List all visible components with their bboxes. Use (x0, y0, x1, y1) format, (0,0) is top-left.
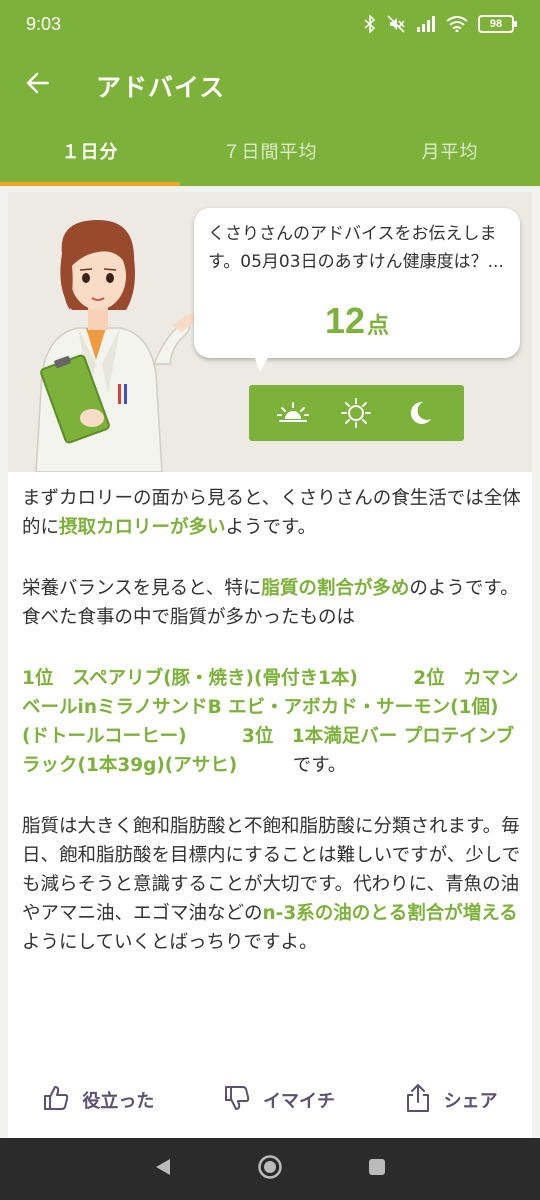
moon-icon[interactable] (400, 393, 440, 433)
not-helpful-label: イマイチ (262, 1091, 335, 1112)
period-tabs: １日分 ７日間平均 月平均 (0, 120, 540, 186)
health-score-value: 12 (324, 300, 366, 341)
nav-back-button[interactable] (143, 1149, 183, 1189)
page-title: アドバイス (96, 73, 226, 102)
advice-text: ようにしていくとばっちりですよ。 (22, 932, 318, 953)
nurse-illustration (35, 220, 202, 472)
share-label: シェア (443, 1091, 498, 1112)
app-bar: アドバイス (0, 50, 540, 120)
mute-icon (386, 14, 406, 34)
thumbs-down-icon (223, 1084, 251, 1117)
nav-recents-button[interactable] (357, 1149, 397, 1189)
advice-text: ようです。 (225, 517, 317, 538)
advice-highlight: 摂取カロリーが多い (59, 517, 226, 538)
signal-icon (416, 16, 436, 32)
advice-paragraph-fatty-acids: 脂質は大きく飽和脂肪酸と不飽和脂肪酸に分類されます。毎日、飽和脂肪酸を目標内にす… (22, 812, 522, 957)
health-score-unit: 点 (367, 314, 390, 339)
thumbs-up-icon (42, 1084, 70, 1117)
advice-paragraph-ranking: 1位 スペアリブ(豚・焼き)(骨付き1本) 2位 カマンベールinミラノサンドB… (22, 664, 522, 780)
status-bar: 9:03 98 (0, 0, 540, 50)
status-time: 9:03 (26, 14, 62, 34)
nav-home-button[interactable] (250, 1149, 290, 1189)
not-helpful-button[interactable]: イマイチ (223, 1084, 335, 1117)
content-area[interactable]: くさりさんのアドバイスをお伝えします。05月03日のあすけん健康度は？... 1… (0, 186, 540, 1138)
share-icon (404, 1083, 432, 1118)
battery-icon: 98 (478, 15, 517, 33)
advice-hero: くさりさんのアドバイスをお伝えします。05月03日のあすけん健康度は？... 1… (8, 192, 532, 472)
status-icons: 98 (364, 14, 517, 34)
advice-paragraph-balance: 栄養バランスを見ると、特に脂質の割合が多めのようです。食べた食事の中で脂質が多か… (22, 574, 522, 632)
meal-time-selector (249, 385, 464, 441)
advice-highlight: n-3系の油のとる割合が増える (262, 903, 518, 924)
tab-one-day[interactable]: １日分 (0, 120, 180, 186)
bubble-tail (252, 350, 272, 372)
advice-text: です。 (292, 755, 347, 776)
sun-icon[interactable] (336, 393, 376, 433)
advice-text: 栄養バランスを見ると、特に (22, 578, 262, 599)
fat-food-ranking: 1位 スペアリブ(豚・焼き)(骨付き1本) 2位 カマンベールinミラノサンドB… (22, 668, 519, 776)
advice-paragraph-calories: まずカロリーの面から見ると、くさりさんの食生活では全体的に摂取カロリーが多いよう… (22, 484, 522, 542)
helpful-button[interactable]: 役立った (42, 1084, 154, 1117)
feedback-actions: 役立った イマイチ シェア (8, 1070, 532, 1130)
advice-highlight: 脂質の割合が多め (261, 578, 410, 599)
tab-monthly-average[interactable]: 月平均 (360, 120, 540, 186)
square-recents-icon (367, 1157, 387, 1181)
share-button[interactable]: シェア (404, 1083, 498, 1118)
back-button[interactable] (20, 67, 56, 103)
tab-seven-day-average[interactable]: ７日間平均 (180, 120, 360, 186)
triangle-back-icon (154, 1157, 172, 1181)
sunrise-icon[interactable] (273, 393, 313, 433)
arrow-left-icon (26, 72, 50, 98)
advice-body: まずカロリーの面から見ると、くさりさんの食生活では全体的に摂取カロリーが多いよう… (22, 484, 522, 989)
system-nav-bar (0, 1138, 540, 1200)
advice-bubble: くさりさんのアドバイスをお伝えします。05月03日のあすけん健康度は？... 1… (194, 208, 520, 358)
health-score: 12点 (194, 300, 520, 342)
advice-card: くさりさんのアドバイスをお伝えします。05月03日のあすけん健康度は？... 1… (8, 192, 532, 1138)
bluetooth-icon (364, 15, 376, 33)
wifi-icon (446, 16, 468, 32)
home-circle-icon (257, 1154, 283, 1184)
helpful-label: 役立った (82, 1091, 155, 1112)
advice-intro: くさりさんのアドバイスをお伝えします。05月03日のあすけん健康度は？... (208, 224, 504, 272)
